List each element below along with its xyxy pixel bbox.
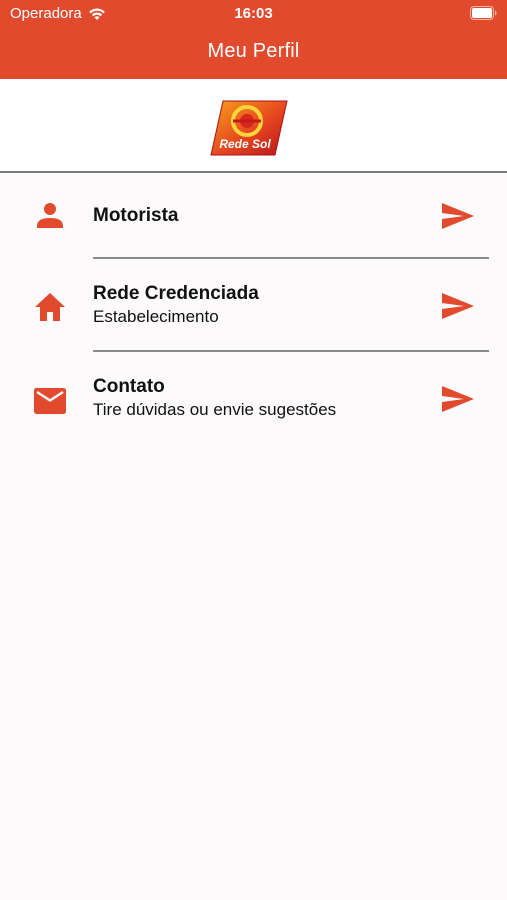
logo-banner: Rede Sol — [0, 79, 507, 173]
menu-item-title: Contato — [93, 376, 165, 397]
profile-menu: Motorista Rede Credenciada Estabelecimen… — [0, 173, 507, 444]
mail-icon — [34, 388, 66, 414]
status-time: 16:03 — [234, 5, 273, 22]
menu-item-title: Rede Credenciada — [93, 283, 259, 304]
app-header: Operadora 16:03 Meu Perfil — [0, 0, 507, 79]
menu-item-subtitle: Estabelecimento — [93, 307, 219, 326]
menu-item-motorista[interactable]: Motorista — [0, 173, 507, 258]
send-arrow-icon[interactable] — [440, 291, 476, 321]
menu-item-rede-credenciada[interactable]: Rede Credenciada Estabelecimento — [0, 258, 507, 351]
person-icon — [37, 203, 63, 228]
menu-item-subtitle: Tire dúvidas ou envie sugestões — [93, 400, 337, 419]
rede-sol-logo: Rede Sol — [210, 100, 288, 156]
home-icon — [35, 293, 65, 321]
svg-text:Rede Sol: Rede Sol — [219, 137, 271, 151]
send-arrow-icon[interactable] — [440, 201, 476, 231]
menu-item-title: Motorista — [93, 205, 179, 226]
screen: Operadora 16:03 Meu Perfil Rede Sol Moto… — [0, 0, 507, 900]
page-title: Meu Perfil — [207, 40, 300, 62]
menu-item-contato[interactable]: Contato Tire dúvidas ou envie sugestões — [0, 351, 507, 444]
send-arrow-icon[interactable] — [440, 384, 476, 414]
battery-icon — [470, 6, 497, 20]
status-bar: Operadora 16:03 — [0, 0, 507, 28]
